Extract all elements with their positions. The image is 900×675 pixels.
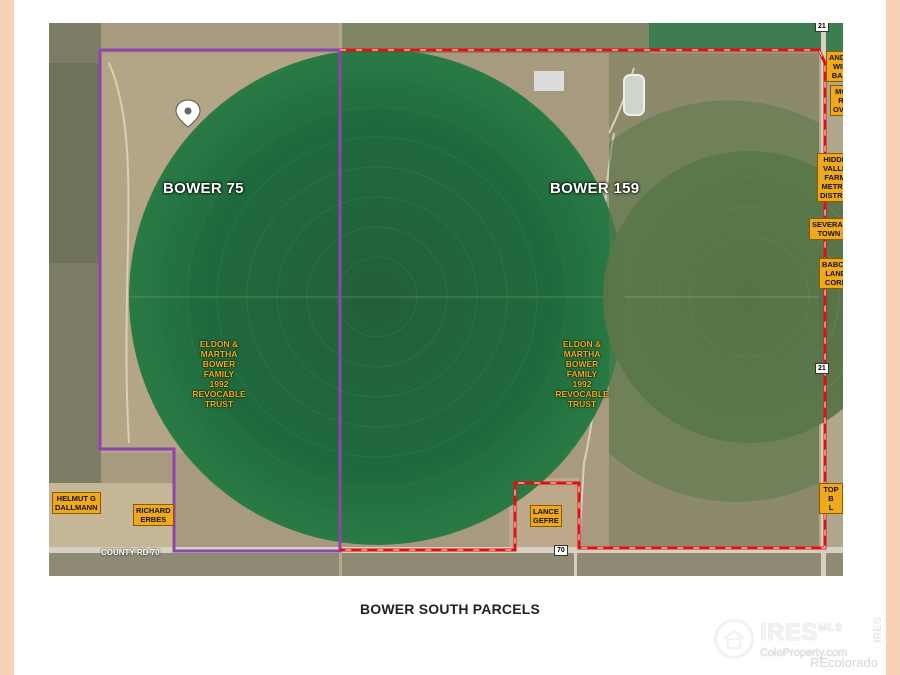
- neighbor-tag-erbes: RICHARD ERBES: [133, 504, 174, 526]
- neighbor-tag-dallmann: HELMUT G DALLMANN: [52, 492, 101, 514]
- parcel-label-bower-159: BOWER 159: [550, 180, 640, 197]
- house-icon: [714, 619, 754, 659]
- road-shield-21-mid: 21: [815, 363, 829, 374]
- pivot-field-east: [603, 100, 843, 502]
- ires-vertical: IRES: [872, 617, 884, 643]
- road-shield-70: 70: [554, 545, 568, 556]
- ires-brand: IRESMLS: [760, 619, 843, 646]
- owner-label-bower-159: ELDON & MARTHA BOWER FAMILY 1992 REVOCAB…: [555, 339, 609, 409]
- neighbor-tag-mc: MC R OVE: [830, 85, 843, 116]
- neighbor-tag-andr: ANDR WIL BAR: [826, 51, 843, 82]
- neighbor-tag-hidden-valley: HIDDE VALLE FARM METRO DISTRIC: [817, 153, 843, 202]
- pivot-field-west: [129, 49, 625, 545]
- neighbor-tag-top-b: TOP B L: [819, 483, 843, 514]
- road-label-county-rd-70: COUNTY RD 70: [101, 548, 160, 557]
- aerial-map[interactable]: BOWER 75 BOWER 159 ELDON & MARTHA BOWER …: [49, 23, 843, 576]
- road-shield-21-top: 21: [815, 23, 829, 32]
- neighbor-tag-babcock: BABCO LAND CORP: [819, 258, 843, 289]
- parcel-label-bower-75: BOWER 75: [163, 180, 244, 197]
- neighbor-tag-severance: SEVERANC TOWN O: [809, 218, 843, 240]
- neighbor-tag-gefre: LANCE GEFRE: [530, 505, 562, 527]
- map-caption: BOWER SOUTH PARCELS: [359, 601, 541, 617]
- recolorado-watermark: REcolorado: [810, 655, 878, 670]
- owner-label-bower-75: ELDON & MARTHA BOWER FAMILY 1992 REVOCAB…: [192, 339, 246, 409]
